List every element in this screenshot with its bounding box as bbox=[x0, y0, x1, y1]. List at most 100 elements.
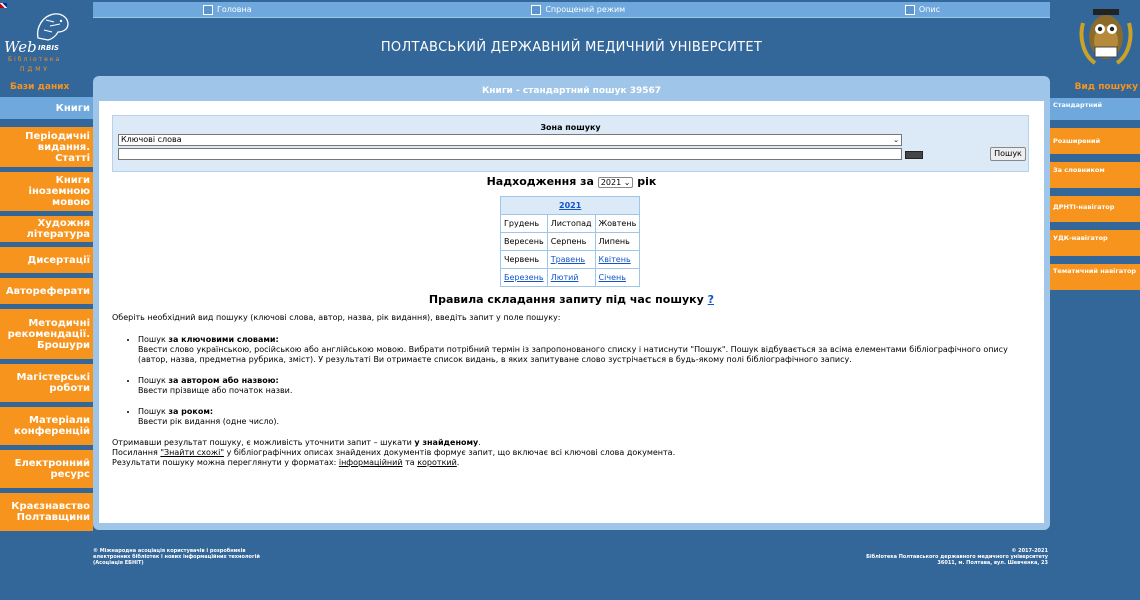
databases-header: Бази даних bbox=[10, 82, 70, 92]
search-type-extended[interactable]: Розширений bbox=[1050, 128, 1140, 154]
refine-line: Отримавши результат пошуку, є можливість… bbox=[112, 438, 481, 447]
help-link[interactable]: ? bbox=[708, 293, 714, 306]
top-navigation: Головна Спрощений режим Опис bbox=[93, 2, 1050, 18]
search-zone-select[interactable]: Ключові слова ⌄ bbox=[118, 134, 902, 146]
search-type-dictionary[interactable]: За словником bbox=[1050, 162, 1140, 188]
db-item-label: Дисертації bbox=[27, 254, 90, 266]
db-item-local-history[interactable]: Краєзнавство Полтавщини bbox=[0, 493, 93, 531]
search-button[interactable]: Пошук bbox=[990, 147, 1026, 161]
db-item-label: Магістерські роботи bbox=[16, 372, 90, 394]
nav-desc-label: Опис bbox=[918, 5, 940, 14]
year-select[interactable]: 2021 ⌄ bbox=[597, 176, 634, 188]
logo-irbis-text: IRBIS bbox=[38, 44, 59, 52]
month-link[interactable]: Січень bbox=[599, 273, 626, 282]
format-info-link[interactable]: інформаційний bbox=[339, 458, 403, 467]
search-type-standard[interactable]: Стандартний bbox=[1050, 98, 1140, 120]
arrivals-calendar: 2021 Грудень Листопад Жовтень Вересень С… bbox=[499, 196, 641, 287]
db-item-books[interactable]: Книги bbox=[0, 97, 93, 119]
calendar-year-link[interactable]: 2021 bbox=[499, 196, 641, 215]
arrivals-prefix: Надходження за bbox=[486, 175, 594, 188]
arrivals-suffix: рік bbox=[637, 175, 657, 188]
logo-univ-text: ПДМУ bbox=[20, 66, 51, 73]
db-item-electronic[interactable]: Електронний ресурс bbox=[0, 450, 93, 488]
footer-right: © 2017-2021 Бібліотека Полтавського держ… bbox=[840, 548, 1048, 566]
nav-description[interactable]: Опис bbox=[904, 4, 940, 15]
logo-lib-text: Бібліотека bbox=[8, 56, 62, 63]
db-item-label: Методичні рекомендації. Брошури bbox=[7, 317, 90, 351]
search-type-label: ДРНТІ-навігатор bbox=[1053, 203, 1115, 211]
month-cell-link[interactable]: Березень bbox=[500, 268, 548, 287]
db-item-dissertations[interactable]: Дисертації bbox=[0, 247, 93, 273]
nav-simple-mode[interactable]: Спрощений режим bbox=[531, 4, 626, 15]
rule-text: Ввести рік видання (одне число). bbox=[138, 417, 280, 426]
month-cell: Вересень bbox=[500, 232, 548, 251]
arrivals-line: Надходження за 2021 ⌄ рік bbox=[99, 175, 1044, 188]
search-type-label: Стандартний bbox=[1053, 101, 1103, 109]
db-item-label: Краєзнавство Полтавщини bbox=[11, 501, 90, 523]
rule-bold: за автором або назвою bbox=[168, 376, 276, 385]
university-crest-icon bbox=[1079, 9, 1133, 65]
keyboard-icon[interactable] bbox=[905, 151, 923, 159]
month-link[interactable]: Березень bbox=[504, 273, 544, 282]
description-icon bbox=[904, 4, 915, 15]
chevron-down-icon: ⌄ bbox=[893, 136, 899, 144]
month-cell: Липень bbox=[594, 232, 641, 251]
tiger-logo-icon bbox=[36, 13, 69, 41]
db-item-label: Книги bbox=[55, 102, 90, 114]
rule-bold: за роком bbox=[168, 407, 210, 416]
main-panel: Книги - стандартний пошук 39567 Зона пош… bbox=[93, 76, 1050, 530]
nav-home[interactable]: Головна bbox=[203, 4, 252, 15]
db-item-methodical[interactable]: Методичні рекомендації. Брошури bbox=[0, 309, 93, 359]
search-form: Зона пошуку Ключові слова ⌄ Пошук bbox=[112, 115, 1029, 172]
month-cell-link[interactable]: Травень bbox=[546, 250, 596, 269]
month-cell: Червень bbox=[500, 250, 548, 269]
logo-web-text: Web bbox=[4, 38, 37, 56]
search-type-header: Вид пошуку bbox=[1074, 82, 1138, 92]
nav-simple-label: Спрощений режим bbox=[545, 5, 626, 14]
formats-and: та bbox=[402, 458, 418, 467]
footer-left-line: (Асоціація ЕБНІТ) bbox=[93, 560, 144, 566]
search-type-thematic[interactable]: Тематичний навігатор bbox=[1050, 264, 1140, 290]
format-short-link[interactable]: короткий bbox=[417, 458, 457, 467]
db-item-label: Електронний ресурс bbox=[14, 458, 90, 480]
db-item-conferences[interactable]: Матеріали конференцій bbox=[0, 407, 93, 445]
month-link[interactable]: Квітень bbox=[599, 255, 631, 264]
formats-line: Результати пошуку можна переглянути у фо… bbox=[112, 458, 460, 467]
month-link[interactable]: Лютий bbox=[551, 273, 579, 282]
month-cell-link[interactable]: Лютий bbox=[546, 268, 596, 287]
search-type-udk[interactable]: УДК-навігатор bbox=[1050, 230, 1140, 256]
rules-intro: Оберіть необхідний вид пошуку (ключові с… bbox=[112, 313, 561, 322]
search-zone-value: Ключові слова bbox=[121, 135, 182, 144]
similar-link: "Знайти схожі" bbox=[160, 448, 225, 457]
formats-prefix: Результати пошуку можна переглянути у фо… bbox=[112, 458, 339, 467]
db-item-label: Книги іноземною мовою bbox=[28, 175, 90, 208]
db-item-fiction[interactable]: Художня література bbox=[0, 216, 93, 242]
db-item-label: Художня література bbox=[26, 218, 90, 240]
rule-text: Ввести прізвище або початок назви. bbox=[138, 386, 293, 395]
search-type-label: УДК-навігатор bbox=[1053, 234, 1108, 242]
simple-mode-icon bbox=[531, 4, 542, 15]
month-cell: Грудень bbox=[500, 214, 548, 233]
db-item-label: Періодичні видання. Статті bbox=[25, 130, 90, 164]
rule-keywords: Пошук за ключовими словами: Ввести слово… bbox=[138, 335, 1032, 365]
db-item-foreign-books[interactable]: Книги іноземною мовою bbox=[0, 172, 93, 211]
search-type-label: Розширений bbox=[1053, 137, 1101, 145]
db-item-periodicals[interactable]: Періодичні видання. Статті bbox=[0, 127, 93, 167]
year-select-value: 2021 bbox=[600, 177, 622, 187]
search-input[interactable] bbox=[118, 148, 902, 160]
db-item-masters[interactable]: Магістерські роботи bbox=[0, 364, 93, 402]
month-link[interactable]: Травень bbox=[551, 255, 585, 264]
db-item-abstracts[interactable]: Автореферати bbox=[0, 278, 93, 304]
similar-line: Посилання "Знайти схожі" у бібліографічн… bbox=[112, 448, 1032, 458]
footer-left: © Міжнародна асоціація користувачів і ро… bbox=[93, 548, 313, 566]
search-type-label: За словником bbox=[1053, 166, 1105, 174]
month-cell-link[interactable]: Січень bbox=[594, 268, 641, 287]
footer-right-line: 36011, м. Полтава, вул. Шевченка, 23 bbox=[937, 560, 1048, 566]
rule-bold: за ключовими словами bbox=[168, 335, 276, 344]
similar-suffix: у бібліографічних описах знайдених докум… bbox=[224, 448, 676, 457]
webirbis-logo[interactable]: Web IRBIS Бібліотека ПДМУ bbox=[2, 8, 90, 73]
month-cell-link[interactable]: Квітень bbox=[594, 250, 641, 269]
search-type-drnti[interactable]: ДРНТІ-навігатор bbox=[1050, 196, 1140, 222]
refine-bold: у знайденому bbox=[414, 438, 479, 447]
rules-list: Пошук за ключовими словами: Ввести слово… bbox=[138, 335, 1032, 427]
